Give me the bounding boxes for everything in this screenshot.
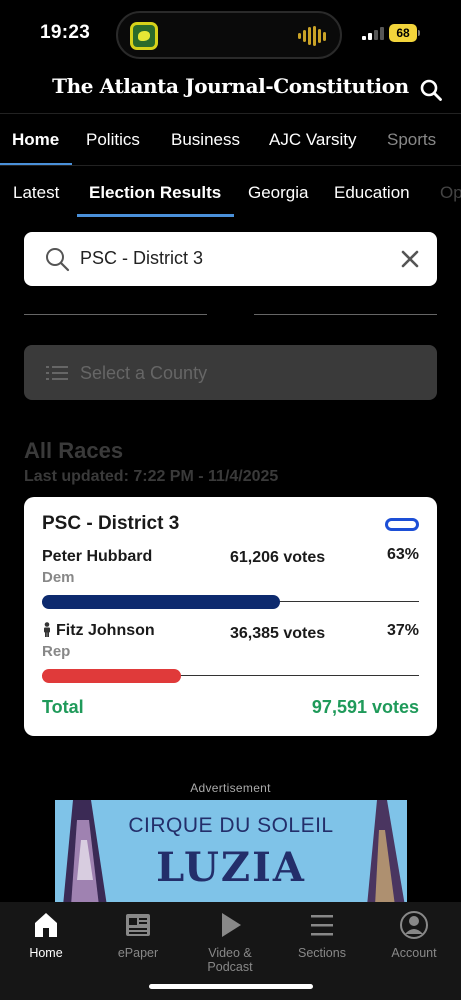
primary-nav: Home Politics Business AJC Varsity Sport… [0, 118, 461, 166]
menu-icon [311, 915, 333, 936]
county-select[interactable]: Select a County [24, 345, 437, 400]
tab-business[interactable]: Business [171, 130, 240, 150]
candidate-party: Dem [42, 569, 75, 586]
search-value: PSC - District 3 [80, 248, 204, 268]
subtab-georgia[interactable]: Georgia [248, 183, 308, 203]
list-icon [46, 366, 68, 380]
masthead-logo[interactable]: The Atlanta Journal-Constitution [0, 74, 461, 98]
candidate-name: Fitz Johnson [56, 622, 155, 639]
subtab-election-results[interactable]: Election Results [89, 183, 221, 203]
secondary-nav: Latest Election Results Georgia Educatio… [0, 170, 461, 218]
tabbar-label: ePaper [117, 946, 159, 960]
divider-left [24, 314, 207, 315]
subtab-opinion[interactable]: Op [440, 183, 461, 203]
last-updated: Last updated: 7:22 PM - 11/4/2025 [24, 468, 279, 485]
search-icon [46, 248, 70, 272]
newspaper-icon [126, 914, 150, 936]
county-select-placeholder: Select a County [80, 363, 208, 383]
home-icon [35, 913, 57, 937]
tabbar-label: Sections [298, 946, 346, 960]
ad-title: LUZIA [156, 844, 306, 891]
vote-bar-fill [42, 595, 280, 609]
tabbar-home[interactable]: Home [0, 910, 92, 960]
cellular-signal-icon [362, 26, 384, 40]
incumbent-person-icon [44, 622, 50, 637]
candidate-votes: 61,206 votes [230, 549, 326, 566]
candidate-percent: 37% [386, 622, 419, 639]
candidate-votes: 36,385 votes [230, 625, 326, 642]
race-title: PSC - District 3 [42, 513, 180, 534]
tab-ajc-varsity[interactable]: AJC Varsity [269, 130, 357, 150]
tabbar-epaper[interactable]: ePaper [92, 910, 184, 960]
vote-bar-track [42, 595, 419, 609]
subtab-latest[interactable]: Latest [13, 183, 59, 203]
tab-sports[interactable]: Sports [387, 130, 436, 150]
race-card[interactable]: PSC - District 3 Peter Hubbard Dem 61,20… [24, 497, 437, 736]
tabbar-label: Video & Podcast [207, 946, 253, 974]
tabbar-sections[interactable]: Sections [276, 910, 368, 960]
tabbar-video-podcast[interactable]: Video & Podcast [184, 910, 276, 974]
clear-icon[interactable] [399, 248, 421, 270]
now-playing-app-icon [130, 22, 158, 50]
section-title: All Races [24, 438, 124, 463]
battery-tip [418, 30, 420, 36]
race-status-indicator [385, 518, 419, 531]
vote-bar-track [42, 669, 419, 683]
candidate-name-row: Fitz Johnson [42, 622, 155, 640]
active-tab-indicator [0, 163, 72, 165]
masthead: The Atlanta Journal-Constitution [0, 68, 461, 114]
search-icon[interactable] [419, 78, 443, 102]
divider-right [254, 314, 437, 315]
tabbar-label: Home [29, 946, 63, 960]
home-indicator[interactable] [149, 984, 313, 989]
ad-headline: CIRQUE DU SOLEIL [128, 814, 334, 837]
ad-label: Advertisement [190, 781, 271, 795]
battery-icon: 68 [389, 24, 417, 42]
dynamic-island[interactable] [116, 11, 342, 59]
account-icon [400, 911, 428, 939]
total-label: Total [42, 697, 84, 717]
tabbar-account[interactable]: Account [368, 910, 460, 960]
candidate-party: Rep [42, 643, 71, 660]
candidate-name: Peter Hubbard [42, 548, 153, 565]
total-votes: 97,591 votes [311, 697, 419, 717]
status-time: 19:23 [40, 22, 91, 43]
tab-home[interactable]: Home [12, 130, 59, 150]
vote-bar-fill [42, 669, 182, 683]
tab-politics[interactable]: Politics [86, 130, 140, 150]
audio-waveform-icon [298, 26, 326, 46]
race-search-input[interactable]: PSC - District 3 [24, 232, 437, 286]
status-bar: 19:23 68 [0, 0, 461, 68]
subtab-education[interactable]: Education [334, 183, 410, 203]
advertisement-banner[interactable]: CIRQUE DU SOLEIL LUZIA [55, 800, 407, 906]
tabbar-label: Account [391, 946, 437, 960]
candidate-percent: 63% [386, 546, 419, 563]
play-icon [222, 913, 241, 937]
active-subtab-indicator [77, 214, 234, 217]
